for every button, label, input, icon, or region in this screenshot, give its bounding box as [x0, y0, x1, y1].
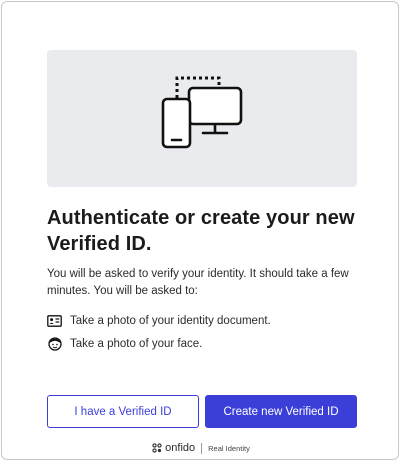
card: Authenticate or create your new Verified… — [1, 1, 399, 460]
onfido-logo-icon — [152, 443, 162, 453]
step-label: Take a photo of your identity document. — [70, 315, 271, 327]
hero-panel — [47, 50, 357, 187]
face-icon — [47, 337, 62, 352]
step-face-photo: Take a photo of your face. — [47, 336, 367, 352]
step-document-photo: Take a photo of your identity document. — [47, 313, 367, 329]
onfido-logo: onfido — [152, 442, 195, 454]
page-title: Authenticate or create your new Verified… — [47, 207, 355, 255]
have-verified-id-button[interactable]: I have a Verified ID — [47, 395, 199, 428]
footer-branding: onfido Real Identity — [2, 440, 400, 456]
create-verified-id-button[interactable]: Create new Verified ID — [205, 395, 357, 428]
brand-tagline: Real Identity — [208, 443, 250, 453]
step-label: Take a photo of your face. — [70, 338, 203, 350]
phone-and-monitor-icon — [161, 76, 243, 149]
footer-divider — [201, 442, 203, 454]
id-card-icon — [47, 314, 62, 329]
description-text: You will be asked to verify your identit… — [47, 268, 349, 297]
brand-name: onfido — [165, 442, 196, 454]
